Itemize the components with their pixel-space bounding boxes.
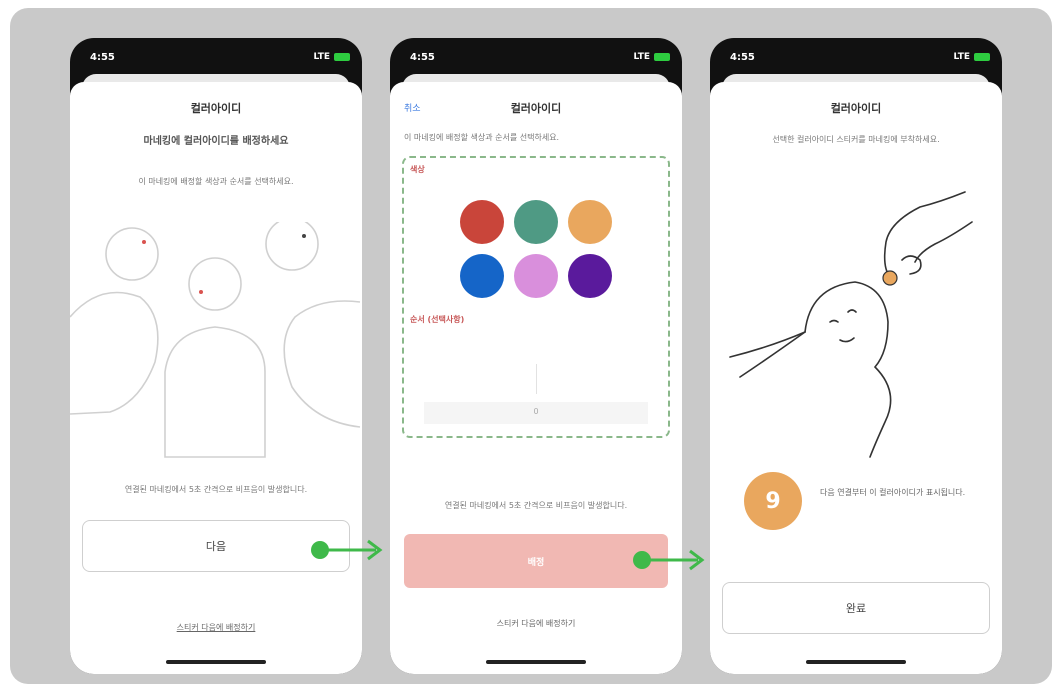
sticker-attach-illustration [729,191,973,458]
order-picker[interactable]: 0 [424,364,648,424]
home-indicator [486,660,586,664]
order-picker-track [536,364,537,394]
battery-icon [974,53,990,61]
flow-arrow-2 [633,549,705,571]
status-time: 4:55 [730,52,755,63]
beep-notice: 연결된 마네킹에서 5초 간격으로 비프음이 발생합니다. [444,501,628,510]
phone-screen-2: 4:55 LTE 취소 컬러아이디 이 마네킹에 배정할 색상과 순서를 선택하… [390,38,682,674]
signal-icon: LTE [953,52,970,62]
color-swatch-orange[interactable] [568,200,612,244]
phone-screen-1: 4:55 LTE 컬러아이디 마네킹에 컬러아이디를 배정하세요 이 마네킹에 … [70,38,362,674]
page-title: 컬러아이디 [190,102,242,115]
order-label: 순서 (선택사항) [410,315,465,324]
modal-sheet: 취소 컬러아이디 이 마네킹에 배정할 색상과 순서를 선택하세요. 색상 순서… [390,82,682,674]
beep-notice: 연결된 마네킹에서 5초 간격으로 비프음이 발생합니다. [124,485,308,494]
done-button[interactable]: 완료 [722,582,990,634]
color-swatch-pink[interactable] [514,254,558,298]
assign-button[interactable]: 배정 [404,534,668,588]
signal-icon: LTE [633,52,650,62]
color-swatch-red[interactable] [460,200,504,244]
flow-arrow-1 [311,539,383,561]
status-time: 4:55 [90,52,115,63]
color-swatch-purple[interactable] [568,254,612,298]
battery-icon [334,53,350,61]
color-id-count-badge: 9 [744,472,802,530]
home-indicator [806,660,906,664]
presentation-board: 4:55 LTE 컬러아이디 마네킹에 컬러아이디를 배정하세요 이 마네킹에 … [10,8,1052,684]
order-picker-value: 0 [424,402,648,424]
page-title: 컬러아이디 [510,102,562,115]
color-swatch-grid [460,200,612,298]
color-id-count-text: 다음 연결부터 이 컬러아이디가 표시됩니다. [820,488,966,497]
status-time: 4:55 [410,52,435,63]
phone-screen-3: 4:55 LTE 컬러아이디 선택한 컬러아이디 스티커를 마네킹에 부착하세요… [710,38,1002,674]
assign-later-link[interactable]: 스티커 다음에 배정하기 [390,618,682,629]
signal-icon: LTE [313,52,330,62]
color-swatch-blue[interactable] [460,254,504,298]
modal-sheet: 컬러아이디 선택한 컬러아이디 스티커를 마네킹에 부착하세요. 9 다음 연결 [710,82,1002,674]
manikins-illustration [70,222,361,458]
instruction-text: 이 마네킹에 배정할 색상과 순서를 선택하세요. [404,133,560,142]
color-selection-area: 색상 순서 (선택사항) 0 [402,156,670,438]
instruction-text: 선택한 컬러아이디 스티커를 마네킹에 부착하세요. [772,135,940,144]
battery-icon [654,53,670,61]
assign-headline: 마네킹에 컬러아이디를 배정하세요 [143,136,289,147]
color-label: 색상 [410,165,425,174]
modal-sheet: 컬러아이디 마네킹에 컬러아이디를 배정하세요 이 마네킹에 배정할 색상과 순… [70,82,362,674]
home-indicator [166,660,266,664]
color-swatch-green[interactable] [514,200,558,244]
assign-later-link[interactable]: 스티커 다음에 배정하기 [70,622,362,633]
page-title: 컬러아이디 [830,102,882,115]
instruction-text: 이 마네킹에 배정할 색상과 순서를 선택하세요. [138,177,294,186]
